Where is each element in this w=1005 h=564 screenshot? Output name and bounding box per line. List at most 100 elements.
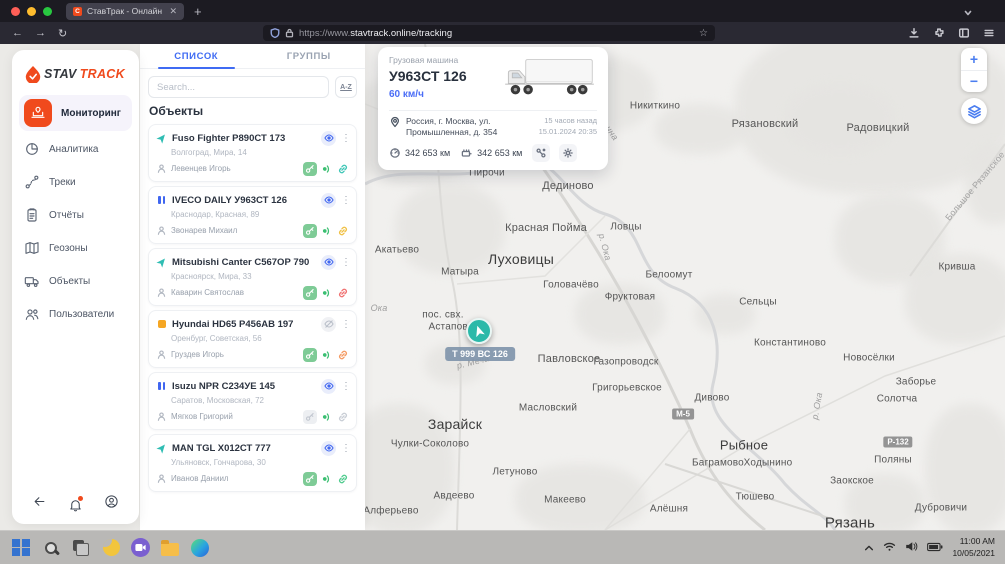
visibility-eye-button[interactable]	[321, 379, 336, 394]
objects-truck-icon	[24, 273, 40, 289]
forward-button[interactable]: →	[35, 27, 46, 40]
map-label: Павловское	[538, 353, 601, 365]
share-route-button[interactable]	[532, 144, 550, 162]
chat-app-icon[interactable]	[131, 538, 150, 557]
road-badge: Р-132	[883, 437, 912, 448]
map-zoom-controls: + −	[961, 48, 987, 92]
sidebar-item-objects[interactable]: Объекты	[19, 266, 132, 296]
driver-icon	[156, 225, 167, 236]
start-button[interactable]	[11, 538, 31, 558]
vehicle-card[interactable]: Fuso Fighter Р890СТ 173 ⋮ Волгоград, Мир…	[148, 124, 357, 182]
vehicle-card[interactable]: Hyundai HD65 Р456АВ 197 ⋮ Оренбург, Сове…	[148, 310, 357, 368]
connection-link-icon	[337, 349, 349, 361]
visibility-eye-button[interactable]	[321, 131, 336, 146]
sidebar-item-tracks[interactable]: Треки	[19, 167, 132, 197]
edge-browser-icon[interactable]	[190, 538, 210, 558]
zoom-out-button[interactable]: −	[961, 71, 987, 93]
vehicle-card[interactable]: MAN TGL Х012СТ 777 ⋮ Ульяновск, Гончаров…	[148, 434, 357, 492]
map-label: Акатьево	[375, 245, 419, 256]
status-moving-icon	[156, 257, 167, 267]
site-favicon: С	[73, 7, 82, 16]
bookmark-star-icon[interactable]: ☆	[699, 28, 708, 39]
map-label: Алёшня	[650, 504, 688, 515]
back-button[interactable]: ←	[12, 27, 23, 40]
vehicle-marker[interactable]	[466, 318, 492, 344]
sidebar-item-analytics[interactable]: Аналитика	[19, 134, 132, 164]
url-bar[interactable]: https://www.stavtrack.online/tracking ☆	[263, 25, 715, 41]
notifications-bell-icon[interactable]	[68, 497, 83, 512]
new-tab-button[interactable]: +	[194, 5, 202, 18]
map-label: Ловцы	[610, 222, 641, 233]
task-view-button[interactable]	[71, 538, 91, 558]
download-icon[interactable]	[908, 27, 920, 39]
map-layers-button[interactable]	[961, 98, 987, 124]
window-controls	[0, 7, 52, 16]
kebab-menu-button[interactable]: ⋮	[341, 195, 349, 206]
sort-az-button[interactable]: A-Z	[335, 76, 357, 98]
maximize-window-button[interactable]	[43, 7, 52, 16]
lock-icon[interactable]	[285, 28, 294, 38]
sidebar-item-geozones[interactable]: Геозоны	[19, 233, 132, 263]
stavtrack-logo: STAVTRACK	[25, 65, 139, 83]
vehicle-card[interactable]: Isuzu NPR С234УЕ 145 ⋮ Саратов, Московск…	[148, 372, 357, 430]
extensions-icon[interactable]	[933, 27, 945, 39]
kebab-menu-button[interactable]: ⋮	[341, 257, 349, 268]
signal-icon	[321, 473, 333, 485]
map-label: Дубровичи	[915, 503, 967, 514]
kebab-menu-button[interactable]: ⋮	[341, 443, 349, 454]
minimize-window-button[interactable]	[27, 7, 36, 16]
volume-icon[interactable]	[905, 539, 918, 557]
file-explorer-icon[interactable]	[160, 538, 180, 558]
menu-hamburger-icon[interactable]	[983, 27, 995, 39]
sidebar-item-reports[interactable]: Отчёты	[19, 200, 132, 230]
search-input[interactable]	[148, 76, 329, 98]
vehicle-card[interactable]: IVECO DAILY У963СТ 126 ⋮ Краснодар, Крас…	[148, 186, 357, 244]
vehicle-name: Isuzu NPR С234УЕ 145	[172, 381, 316, 392]
sidebar-toggle-icon[interactable]	[958, 27, 970, 39]
tracking-shield-icon[interactable]	[270, 28, 280, 38]
clock[interactable]: 11:00 AM 10/05/2021	[952, 536, 995, 558]
back-nav-button[interactable]	[32, 494, 47, 514]
tab-list-chevron-icon[interactable]	[963, 5, 973, 23]
sidebar-item-monitoring[interactable]: Мониторинг	[19, 95, 132, 131]
tab-groups[interactable]: ГРУППЫ	[253, 44, 366, 68]
settings-button[interactable]	[559, 144, 577, 162]
map-label: Макеево	[544, 495, 586, 506]
visibility-eye-off-button[interactable]	[321, 317, 336, 332]
vehicle-card[interactable]: Mitsubishi Canter С567ОР 790 ⋮ Красноярс…	[148, 248, 357, 306]
tab-close-icon[interactable]: ✕	[169, 6, 177, 17]
sidebar-item-users[interactable]: Пользователи	[19, 299, 132, 329]
vehicle-info-popup: Грузовая машина У963СТ 126 60 км/ч	[378, 47, 608, 170]
battery-icon[interactable]	[927, 539, 943, 557]
reload-button[interactable]: ↻	[58, 27, 67, 40]
geozones-icon	[24, 240, 40, 256]
visibility-eye-button[interactable]	[321, 255, 336, 270]
kebab-menu-button[interactable]: ⋮	[341, 381, 349, 392]
driver-name: Груздев Игорь	[171, 350, 299, 359]
map-label: Луховицы	[488, 251, 554, 267]
moon-app-icon[interactable]	[101, 538, 121, 558]
kebab-menu-button[interactable]: ⋮	[341, 133, 349, 144]
tray-expand-chevron[interactable]	[864, 539, 874, 557]
status-paused-icon	[156, 196, 167, 204]
account-icon[interactable]	[104, 494, 119, 514]
clock-time: 11:00 AM	[952, 536, 995, 547]
map-label: Зарайск	[428, 416, 482, 432]
tracks-icon	[24, 174, 40, 190]
close-window-button[interactable]	[11, 7, 20, 16]
map-label: Новосёлки	[843, 353, 895, 364]
last-update-time: 15 часов назад 15.01.2024 20:35	[539, 116, 597, 138]
tab-list[interactable]: СПИСОК	[140, 44, 253, 68]
map-canvas[interactable]: СергиевскийПирочиДединовоКрасная ПоймаЛо…	[365, 44, 1005, 530]
browser-tab[interactable]: С СтавТрак - Онлайн мониторинг ✕	[66, 3, 184, 20]
driver-name: Звонарев Михаил	[171, 226, 299, 235]
zoom-in-button[interactable]: +	[961, 48, 987, 71]
map-label: Баграмово	[692, 458, 744, 469]
visibility-eye-button[interactable]	[321, 193, 336, 208]
taskbar-search-button[interactable]	[41, 538, 61, 558]
kebab-menu-button[interactable]: ⋮	[341, 319, 349, 330]
wifi-icon[interactable]	[883, 539, 896, 557]
truck-image	[502, 55, 597, 104]
visibility-eye-button[interactable]	[321, 441, 336, 456]
map-label: Заборье	[896, 377, 937, 388]
